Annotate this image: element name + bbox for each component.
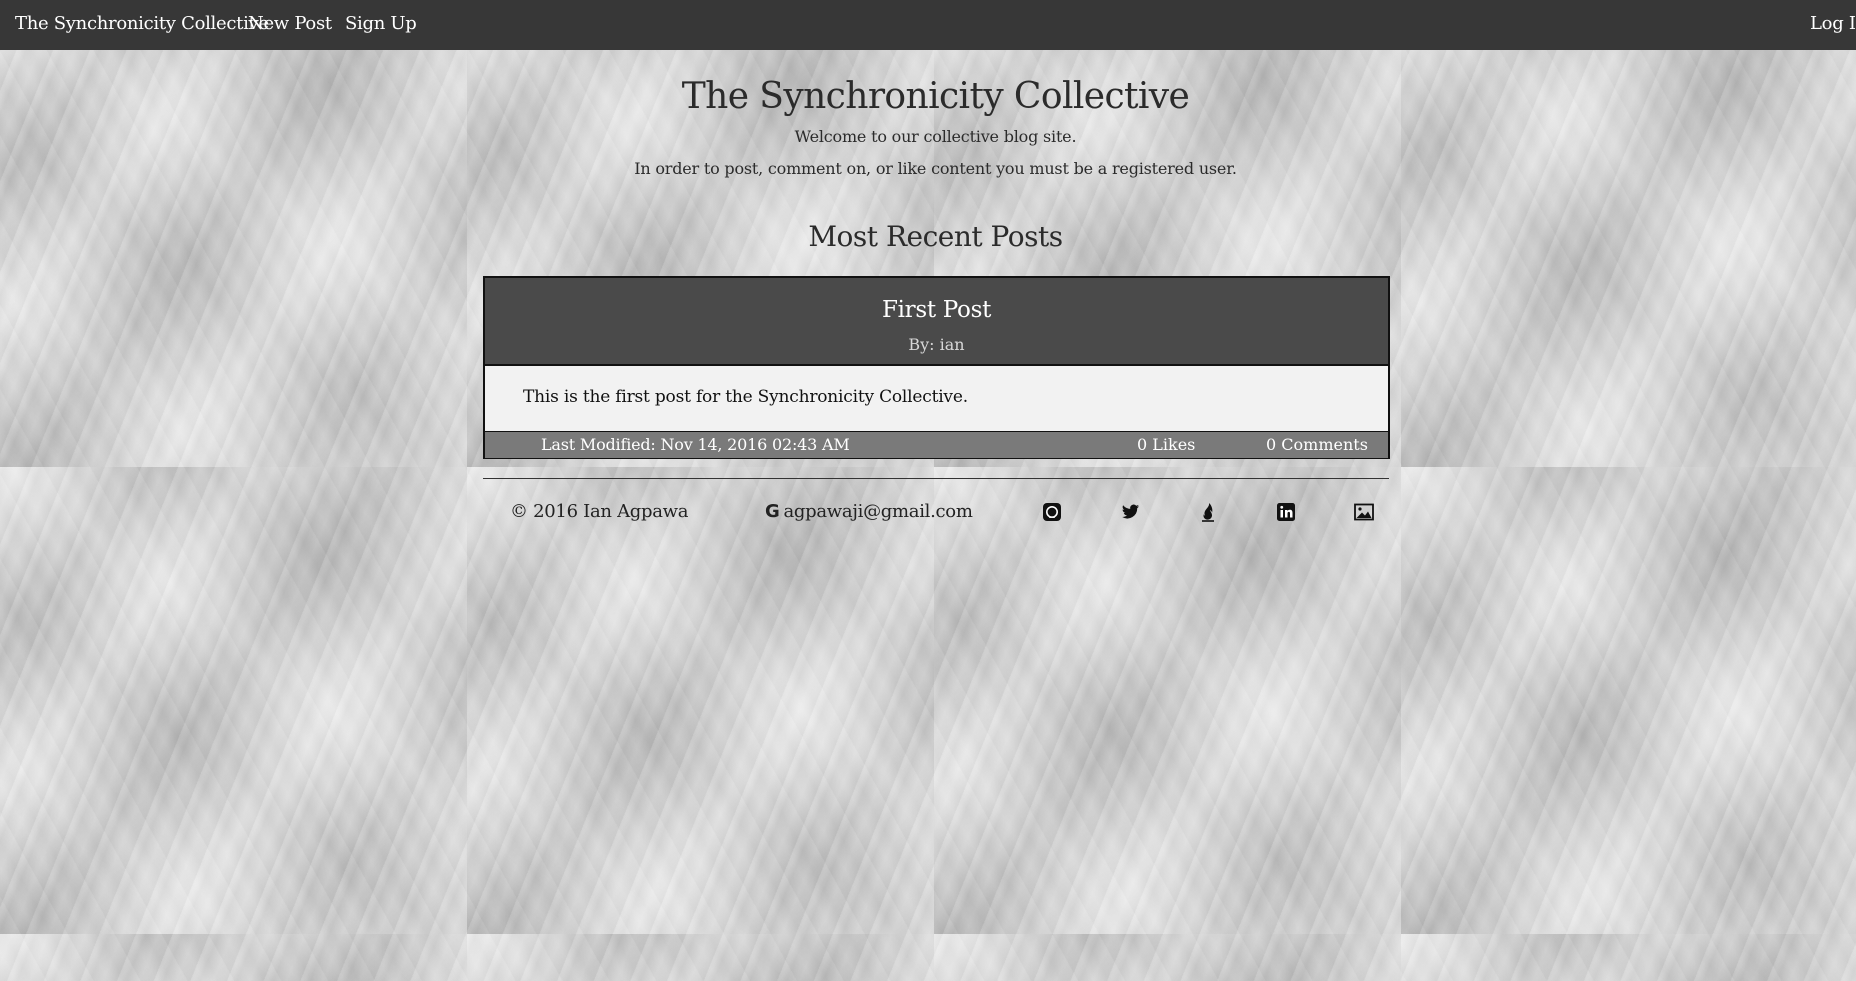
site-title: The Synchronicity Collective xyxy=(681,76,1190,117)
nav-brand-link[interactable]: The Synchronicity Collective xyxy=(15,13,269,34)
post-likes-link[interactable]: 0 Likes xyxy=(1137,435,1195,454)
post-card: First Post By: ian This is the first pos… xyxy=(483,276,1390,459)
flame-icon[interactable] xyxy=(1197,501,1219,523)
image-icon[interactable] xyxy=(1353,501,1375,523)
post-author: By: ian xyxy=(908,335,965,354)
post-last-modified: Last Modified: Nov 14, 2016 02:43 AM xyxy=(541,435,850,454)
recent-posts-heading: Most Recent Posts xyxy=(808,220,1063,253)
registration-notice: In order to post, comment on, or like co… xyxy=(634,159,1237,178)
nav-sign-up-link[interactable]: Sign Up xyxy=(345,13,417,34)
github-icon[interactable] xyxy=(1041,501,1063,523)
post-footer: Last Modified: Nov 14, 2016 02:43 AM 0 L… xyxy=(485,431,1388,458)
footer-copyright: © 2016 Ian Agpawa xyxy=(510,501,689,522)
google-icon: G xyxy=(765,501,780,522)
post-title-link[interactable]: First Post xyxy=(485,297,1388,323)
post-comments-link[interactable]: 0 Comments xyxy=(1266,435,1368,454)
nav-log-in-link[interactable]: Log In xyxy=(1810,13,1856,34)
footer-email[interactable]: Gagpawaji@gmail.com xyxy=(765,501,973,522)
post-header: First Post By: ian xyxy=(485,278,1388,366)
welcome-text: Welcome to our collective blog site. xyxy=(794,127,1077,146)
linkedin-icon[interactable] xyxy=(1275,501,1297,523)
post-body: This is the first post for the Synchroni… xyxy=(523,387,968,407)
footer-divider xyxy=(483,478,1389,479)
footer-email-text: agpawaji@gmail.com xyxy=(783,501,973,522)
nav-new-post-link[interactable]: New Post xyxy=(248,13,332,34)
top-navbar: The Synchronicity Collective New Post Si… xyxy=(0,0,1856,50)
twitter-icon[interactable] xyxy=(1119,501,1141,523)
